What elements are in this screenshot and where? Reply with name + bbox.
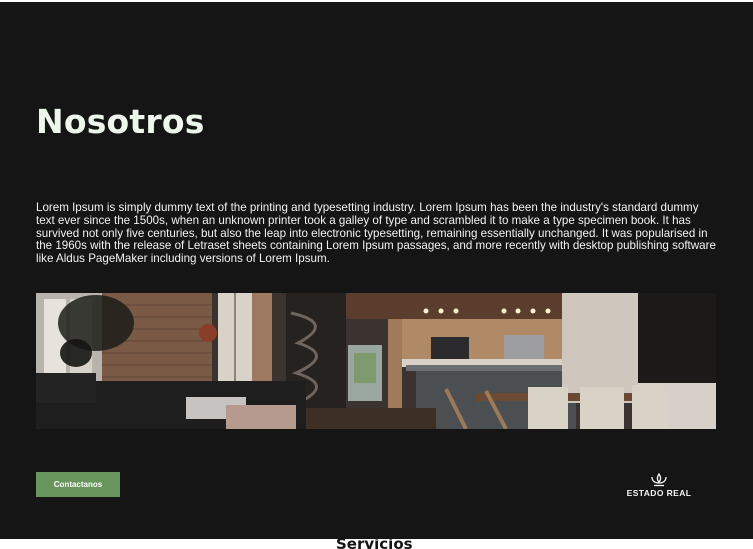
crown-lotus-icon	[651, 473, 667, 487]
contact-button[interactable]: Contactanos	[36, 472, 120, 497]
page-title: Nosotros	[36, 102, 205, 141]
banner-image	[36, 293, 716, 429]
about-description: Lorem Ipsum is simply dummy text of the …	[36, 201, 716, 266]
about-section: Nosotros Lorem Ipsum is simply dummy tex…	[0, 2, 753, 539]
brand-name: ESTADO REAL	[626, 488, 692, 498]
next-section: Servicios	[0, 539, 753, 549]
brand-logo[interactable]: ESTADO REAL	[618, 473, 700, 498]
next-section-heading: Servicios	[336, 539, 413, 549]
